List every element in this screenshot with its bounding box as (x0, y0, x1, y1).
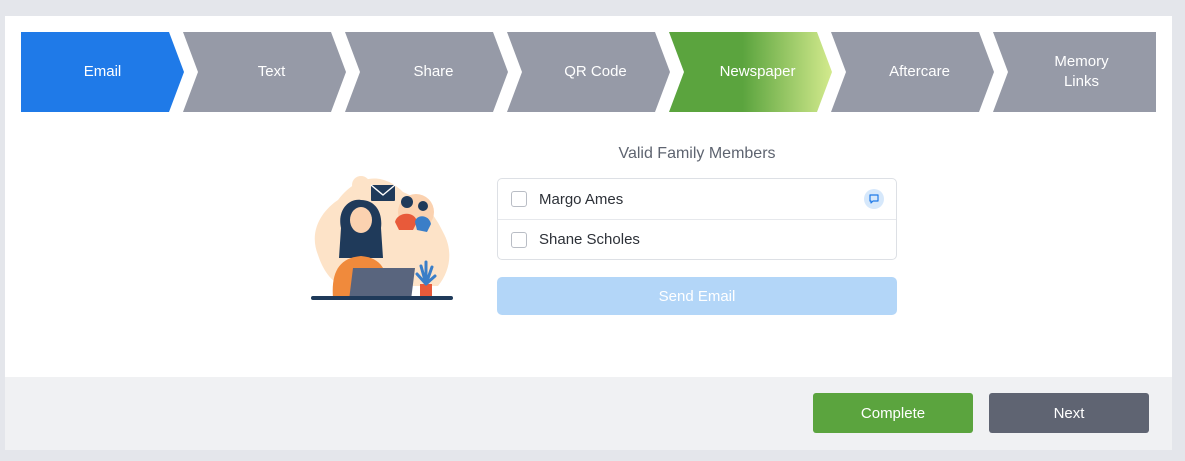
step-text[interactable]: Text (183, 32, 346, 112)
next-button[interactable]: Next (989, 393, 1149, 433)
complete-button[interactable]: Complete (813, 393, 973, 433)
step-label: Aftercare (889, 63, 950, 80)
step-label: Email (83, 63, 122, 80)
step-label: Memory Links (1054, 53, 1109, 90)
chat-bubble-icon[interactable] (864, 189, 884, 209)
step-label: Text (257, 63, 286, 80)
step-newspaper[interactable]: Newspaper (669, 32, 832, 112)
step-share[interactable]: Share (345, 32, 508, 112)
list-item[interactable]: Shane Scholes (498, 219, 896, 259)
step-label: Newspaper (719, 63, 796, 80)
member-name: Margo Ames (539, 190, 624, 208)
member-checkbox[interactable] (511, 191, 527, 207)
step-email[interactable]: Email (21, 32, 184, 112)
step-label: Share (413, 63, 454, 80)
member-name: Shane Scholes (539, 231, 640, 248)
footer-bar: Complete Next (5, 377, 1172, 450)
panel-title: Valid Family Members (618, 145, 776, 162)
family-member-list: Margo Ames Shane Scholes (497, 178, 897, 260)
progress-stepper: Email Text Share QR Code Newspaper After… (21, 32, 1156, 112)
email-step-card: Email Text Share QR Code Newspaper After… (5, 16, 1172, 450)
step-label: QR Code (564, 63, 627, 80)
member-checkbox[interactable] (511, 231, 527, 248)
list-item[interactable]: Margo Ames (498, 179, 896, 219)
woman-at-laptop-illustration (303, 170, 453, 300)
step-qr-code[interactable]: QR Code (507, 32, 670, 112)
send-email-button[interactable]: Send Email (497, 277, 897, 315)
step-memory-links[interactable]: Memory Links (993, 32, 1156, 112)
step-aftercare[interactable]: Aftercare (831, 32, 994, 112)
